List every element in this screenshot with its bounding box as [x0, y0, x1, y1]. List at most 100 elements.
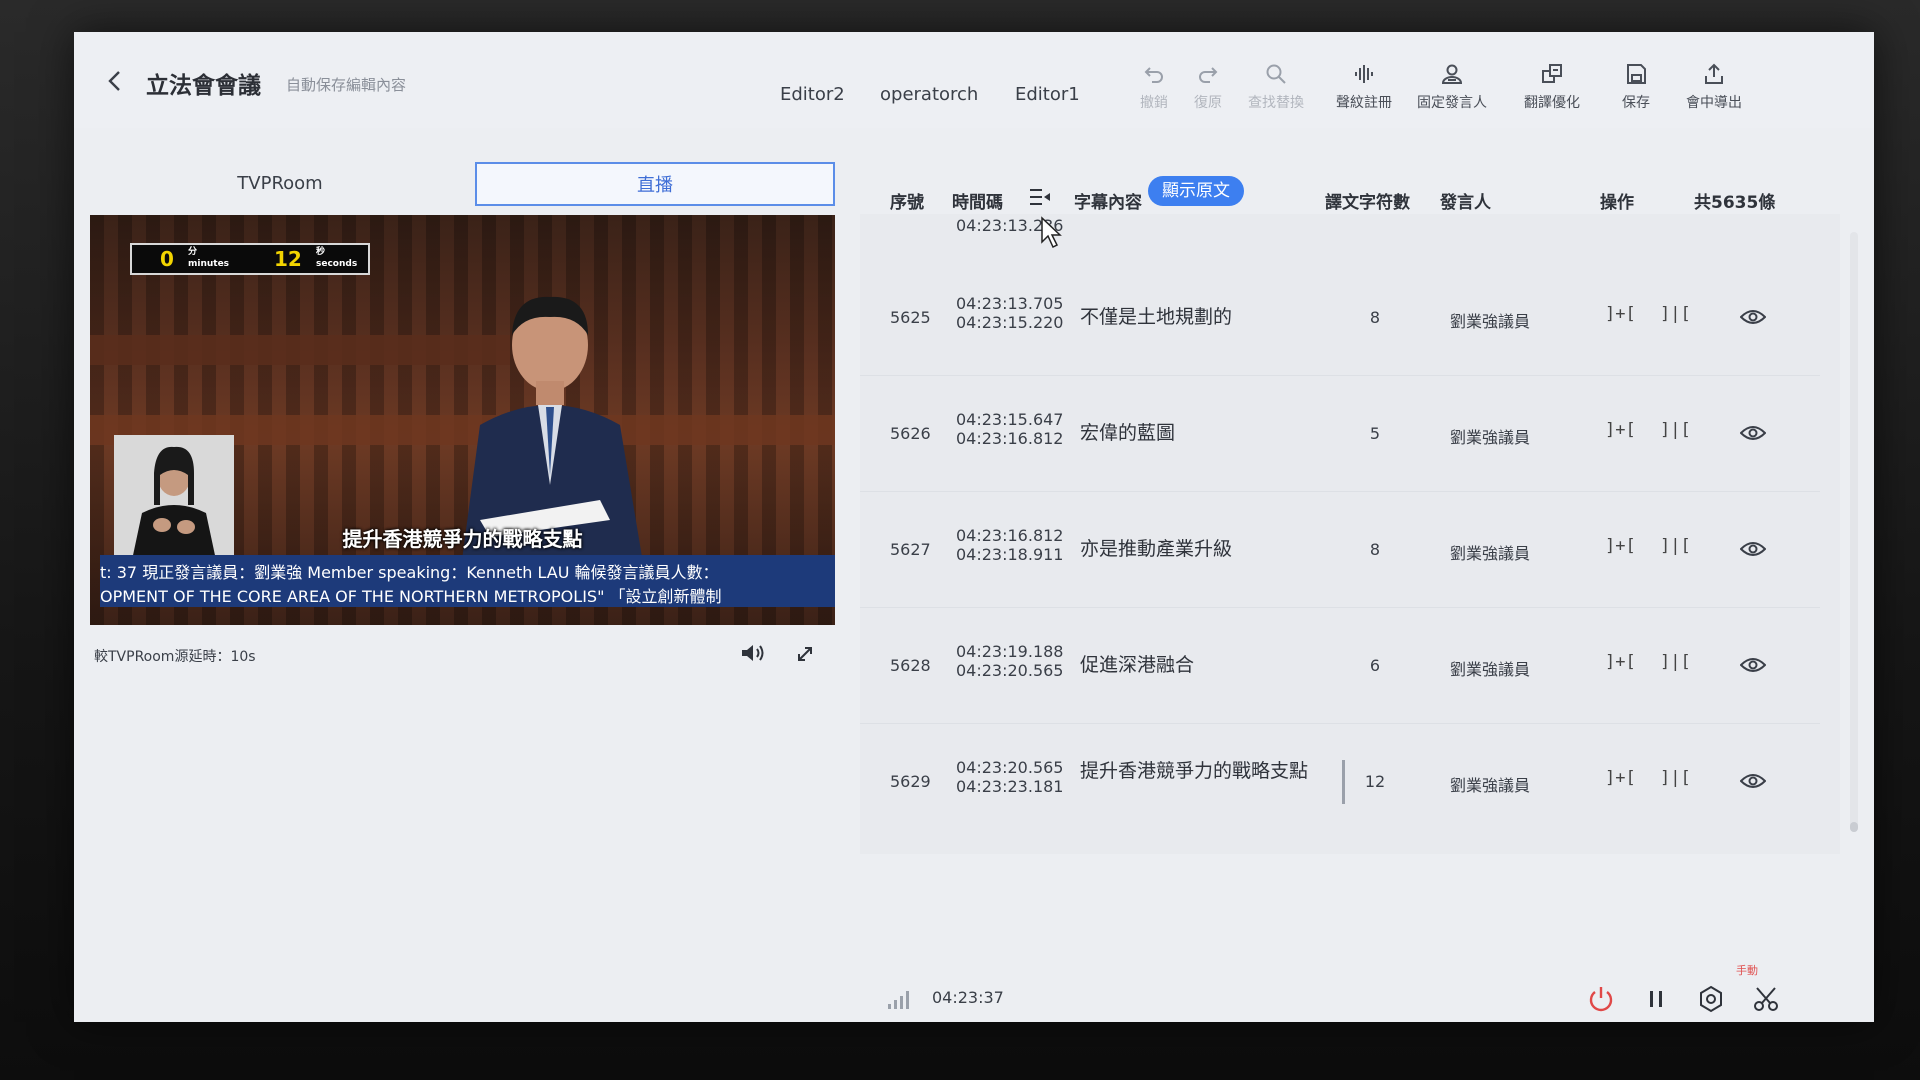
split-button[interactable]: ]|[: [1660, 768, 1691, 788]
row-end-time: 04:23:20.565: [956, 661, 1064, 680]
export-label: 會中導出: [1686, 95, 1742, 111]
row-subtitle-text[interactable]: 提升香港競爭力的戰略支點: [1080, 760, 1325, 782]
row-index: 5625: [890, 308, 931, 327]
show-original-toggle[interactable]: 顯示原文: [1148, 176, 1244, 206]
row-speaker[interactable]: 劉業強議員: [1450, 772, 1530, 796]
row-start-time: 04:23:19.188: [956, 642, 1064, 661]
row-start-time: 04:23:13.705: [956, 294, 1064, 313]
redo-icon: [1199, 67, 1218, 83]
subtitle-table: 序號 時間碼 字幕內容 顯示原文 譯文字符數 發言人 操作 共5635條 04:…: [860, 162, 1860, 1022]
editor-tab-editor1[interactable]: Editor1: [1015, 84, 1080, 105]
eye-icon[interactable]: [1740, 306, 1766, 328]
eye-icon[interactable]: [1740, 538, 1766, 560]
column-actions: 操作: [1600, 193, 1634, 213]
row-subtitle-text[interactable]: 促進深港融合: [1080, 654, 1325, 676]
subtitle-list: 04:23:13.236 5625 04:23:13.705 04:23:15.2…: [860, 214, 1840, 854]
merge-button[interactable]: ]+[: [1605, 304, 1636, 324]
scrollbar-thumb[interactable]: [1850, 822, 1858, 832]
split-button[interactable]: ]|[: [1660, 536, 1691, 556]
export-icon: [1705, 63, 1723, 84]
split-button[interactable]: ]|[: [1660, 304, 1691, 324]
power-icon[interactable]: [1586, 984, 1616, 1014]
merge-button[interactable]: ]+[: [1605, 420, 1636, 440]
text-cursor: [1342, 760, 1345, 804]
editor-tab-editor2[interactable]: Editor2: [780, 84, 845, 105]
fullscreen-icon[interactable]: [795, 644, 815, 664]
page-title: 立法會會議: [146, 73, 261, 99]
translate-optimize-label: 翻譯優化: [1524, 95, 1580, 111]
settings-icon[interactable]: [1696, 984, 1726, 1014]
timer-minutes: 0: [160, 247, 174, 271]
search-icon: [1266, 64, 1286, 84]
save-label: 保存: [1622, 95, 1650, 111]
table-row[interactable]: 5627 04:23:16.812 04:23:18.911 亦是推動產業升級 8…: [860, 492, 1820, 608]
timer-minutes-cn: 分: [188, 247, 198, 257]
table-row[interactable]: 5625 04:23:13.705 04:23:15.220 不僅是土地規劃的 8…: [860, 260, 1820, 376]
chamber-bench: [90, 335, 510, 365]
playback-controls: 04:23:37 手動: [876, 964, 1836, 1018]
timer-seconds: 12: [274, 247, 302, 271]
video-subtitle: 提升香港競爭力的戰略支點: [342, 527, 583, 551]
column-char-count: 譯文字符數: [1325, 193, 1410, 213]
row-timecode: 04:23:20.565 04:23:23.181: [956, 758, 1063, 796]
row-timecode: 04:23:16.812 04:23:18.911: [956, 526, 1063, 564]
news-ticker: t: 37 現正發言議員：劉業強 Member speaking：Kenneth…: [100, 555, 835, 607]
table-row[interactable]: 5628 04:23:19.188 04:23:20.565 促進深港融合 6 劉…: [860, 608, 1820, 724]
split-button[interactable]: ]|[: [1660, 420, 1691, 440]
timecode-sort-icon[interactable]: [1028, 186, 1052, 208]
volume-icon[interactable]: [740, 642, 766, 664]
timer-seconds-cn: 秒: [316, 247, 326, 257]
tab-live[interactable]: 直播: [475, 162, 835, 206]
editor-tab-operatorch[interactable]: operatorch: [880, 84, 978, 105]
voiceprint-label: 聲紋註冊: [1336, 95, 1392, 111]
split-button[interactable]: ]|[: [1660, 652, 1691, 672]
column-speaker: 發言人: [1440, 193, 1491, 213]
row-char-count: 8: [1369, 308, 1381, 327]
row-index: 5628: [890, 656, 931, 675]
row-speaker[interactable]: 劉業強議員: [1450, 656, 1530, 680]
row-subtitle-text[interactable]: 亦是推動產業升級: [1080, 538, 1325, 560]
scissors-icon[interactable]: [1751, 984, 1781, 1014]
current-time: 04:23:37: [932, 988, 1004, 1007]
merge-button[interactable]: ]+[: [1605, 536, 1636, 556]
table-row[interactable]: 5626 04:23:15.647 04:23:16.812 宏偉的藍圖 5 劉業…: [860, 376, 1820, 492]
signal-strength-icon: [888, 991, 909, 1009]
translate-optimize-button[interactable]: 翻譯優化: [1512, 62, 1592, 122]
row-char-count: 5: [1369, 424, 1381, 443]
merge-button[interactable]: ]+[: [1605, 768, 1636, 788]
column-content: 字幕內容: [1074, 193, 1142, 213]
table-row[interactable]: 5629 04:23:20.565 04:23:23.181 提升香港競爭力的戰略…: [860, 724, 1820, 840]
row-end-time: 04:23:18.911: [956, 545, 1064, 564]
row-subtitle-text[interactable]: 宏偉的藍圖: [1080, 422, 1325, 444]
back-arrow-icon[interactable]: [104, 68, 126, 94]
pause-icon[interactable]: [1641, 984, 1671, 1014]
eye-icon[interactable]: [1740, 770, 1766, 792]
row-start-time: 04:23:15.647: [956, 410, 1064, 429]
top-bar: 立法會會議 自動保存編輯內容 Editor2 operatorch Editor…: [74, 32, 1874, 128]
live-video-player[interactable]: 0 分 minutes 12 秒 seconds 提升香港競爭力的戰略支點 t:…: [90, 215, 835, 625]
fixed-speaker-button[interactable]: 固定發言人: [1412, 62, 1492, 122]
row-char-count: 12: [1364, 772, 1386, 791]
row-char-count: 8: [1369, 540, 1381, 559]
row-index: 5629: [890, 772, 931, 791]
speaking-timer: 0 分 minutes 12 秒 seconds: [130, 243, 370, 275]
voiceprint-button[interactable]: 聲紋註冊: [1324, 62, 1404, 122]
find-replace-label: 查找替換: [1248, 95, 1304, 111]
row-speaker[interactable]: 劉業強議員: [1450, 540, 1530, 564]
manual-mode-badge: 手動: [1736, 964, 1758, 977]
total-count: 共5635條: [1694, 193, 1776, 213]
save-button[interactable]: 保存: [1596, 62, 1676, 122]
merge-button[interactable]: ]+[: [1605, 652, 1636, 672]
row-timecode: 04:23:13.705 04:23:15.220: [956, 294, 1063, 332]
export-button[interactable]: 會中導出: [1674, 62, 1754, 122]
mouse-cursor-icon: [1041, 216, 1062, 249]
row-speaker[interactable]: 劉業強議員: [1450, 424, 1530, 448]
tab-tvproom[interactable]: TVPRoom: [90, 162, 470, 206]
row-speaker[interactable]: 劉業強議員: [1450, 308, 1530, 332]
row-char-count: 6: [1369, 656, 1381, 675]
table-scrollbar[interactable]: [1850, 232, 1858, 832]
row-subtitle-text[interactable]: 不僅是土地規劃的: [1080, 306, 1325, 328]
eye-icon[interactable]: [1740, 654, 1766, 676]
find-replace-button[interactable]: 查找替換: [1236, 62, 1316, 122]
eye-icon[interactable]: [1740, 422, 1766, 444]
